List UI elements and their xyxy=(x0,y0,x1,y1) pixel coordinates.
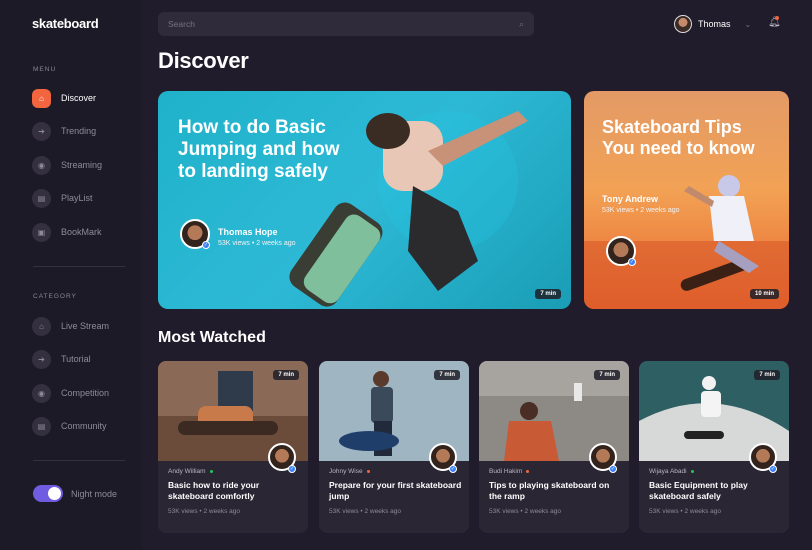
verified-icon: ✓ xyxy=(769,465,777,473)
sidebar-item-label: Discover xyxy=(61,93,97,103)
video-author: Andy William xyxy=(168,468,213,475)
search-bar[interactable]: ⌕ xyxy=(158,12,534,36)
video-meta: 53K views • 2 weeks ago xyxy=(168,508,241,515)
sidebar-item-label: Competition xyxy=(61,388,110,398)
featured-video-card[interactable]: How to do Basic Jumping and how to landi… xyxy=(158,91,571,309)
sidebar-item-bookmark[interactable]: ▣ BookMark xyxy=(32,222,102,242)
verified-icon: ✓ xyxy=(609,465,617,473)
video-card[interactable]: 7 min ✓ Johny Wise Prepare for your firs… xyxy=(319,361,469,533)
camera-icon: ◉ xyxy=(32,383,51,403)
sidebar-item-label: Tutorial xyxy=(61,354,91,364)
sidebar-divider xyxy=(33,460,125,461)
avatar xyxy=(674,15,692,33)
search-icon[interactable]: ⌕ xyxy=(519,19,524,30)
bookmark-icon: ▣ xyxy=(32,222,51,242)
video-author: Johny Wise xyxy=(329,468,370,475)
video-card[interactable]: 7 min ✓ Budi Hakim Tips to playing skate… xyxy=(479,361,629,533)
duration-badge: 7 min xyxy=(754,370,780,380)
sidebar-item-tutorial[interactable]: ➔ Tutorial xyxy=(32,349,91,369)
list-icon: ▤ xyxy=(32,416,51,436)
status-dot xyxy=(209,470,213,473)
arrow-right-icon: ➔ xyxy=(32,121,51,141)
video-title: Basic how to ride your skateboard comfor… xyxy=(168,480,260,502)
featured-author: Tony Andrew xyxy=(602,194,658,204)
video-card[interactable]: 7 min ✓ Andy William Basic how to ride y… xyxy=(158,361,308,533)
sidebar-item-trending[interactable]: ➔ Trending xyxy=(32,121,96,141)
sidebar-item-label: Trending xyxy=(61,126,97,136)
sidebar-item-playlist[interactable]: ▤ PlayList xyxy=(32,188,93,208)
user-menu[interactable]: Thomas ⌄ xyxy=(674,15,751,33)
user-name: Thomas xyxy=(698,19,731,29)
duration-badge: 7 min xyxy=(535,289,561,299)
home-icon: ⌂ xyxy=(32,88,51,108)
video-card[interactable]: 7 min ✓ Wijaya Abadi Basic Equipment to … xyxy=(639,361,789,533)
menu-section-label: MENU xyxy=(33,66,57,73)
camera-icon: ◉ xyxy=(32,155,51,175)
featured-title: How to do Basic Jumping and how to landi… xyxy=(178,117,340,182)
featured-meta: 53K views • 2 weeks ago xyxy=(218,240,296,247)
section-title: Most Watched xyxy=(158,329,266,346)
video-title: Basic Equipment to play skateboard safel… xyxy=(649,480,748,502)
home-icon: ⌂ xyxy=(32,316,51,336)
status-dot xyxy=(690,470,694,473)
video-title: Prepare for your first skateboard jump xyxy=(329,480,462,502)
duration-badge: 7 min xyxy=(594,370,620,380)
sidebar-item-community[interactable]: ▤ Community xyxy=(32,416,107,436)
verified-icon: ✓ xyxy=(628,258,636,266)
sidebar-item-competition[interactable]: ◉ Competition xyxy=(32,383,109,403)
chevron-down-icon: ⌄ xyxy=(744,19,752,29)
status-dot xyxy=(526,470,530,473)
verified-icon: ✓ xyxy=(202,241,210,249)
duration-badge: 7 min xyxy=(434,370,460,380)
notification-dot xyxy=(775,16,779,20)
featured-title: Skateboard Tips You need to know xyxy=(602,117,755,158)
sidebar-item-label: BookMark xyxy=(61,227,102,237)
verified-icon: ✓ xyxy=(449,465,457,473)
status-dot xyxy=(366,470,370,473)
night-mode-toggle[interactable] xyxy=(33,485,63,502)
featured-meta: 53K views • 2 weeks ago xyxy=(602,207,680,214)
verified-icon: ✓ xyxy=(288,465,296,473)
night-mode-label: Night mode xyxy=(71,489,118,499)
video-author: Budi Hakim xyxy=(489,468,530,475)
video-meta: 53K views • 2 weeks ago xyxy=(649,508,722,515)
sidebar-item-label: Live Stream xyxy=(61,321,110,331)
sidebar-divider xyxy=(33,266,125,267)
arrow-right-icon: ➔ xyxy=(32,349,51,369)
toggle-knob xyxy=(48,487,61,500)
search-input[interactable] xyxy=(168,19,468,29)
duration-badge: 7 min xyxy=(273,370,299,380)
video-meta: 53K views • 2 weeks ago xyxy=(329,508,402,515)
app-logo[interactable]: skateboard xyxy=(32,16,99,31)
sidebar-item-live-stream[interactable]: ⌂ Live Stream xyxy=(32,316,109,336)
sidebar-item-streaming[interactable]: ◉ Streaming xyxy=(32,155,102,175)
video-meta: 53K views • 2 weeks ago xyxy=(489,508,562,515)
page-title: Discover xyxy=(158,48,249,73)
sidebar-item-label: Streaming xyxy=(61,160,103,170)
sidebar-item-label: Community xyxy=(61,421,107,431)
category-section-label: CATEGORY xyxy=(33,293,77,300)
video-author: Wijaya Abadi xyxy=(649,468,694,475)
sidebar-item-discover[interactable]: ⌂ Discover xyxy=(32,88,96,108)
video-title: Tips to playing skateboard on the ramp xyxy=(489,480,610,502)
list-icon: ▤ xyxy=(32,188,51,208)
sidebar-item-label: PlayList xyxy=(61,193,93,203)
featured-author: Thomas Hope xyxy=(218,227,278,237)
sidebar: skateboard MENU ⌂ Discover ➔ Trending ◉ … xyxy=(0,0,142,550)
featured-video-card[interactable]: Skateboard Tips You need to know Tony An… xyxy=(584,91,789,309)
duration-badge: 10 min xyxy=(749,289,779,299)
